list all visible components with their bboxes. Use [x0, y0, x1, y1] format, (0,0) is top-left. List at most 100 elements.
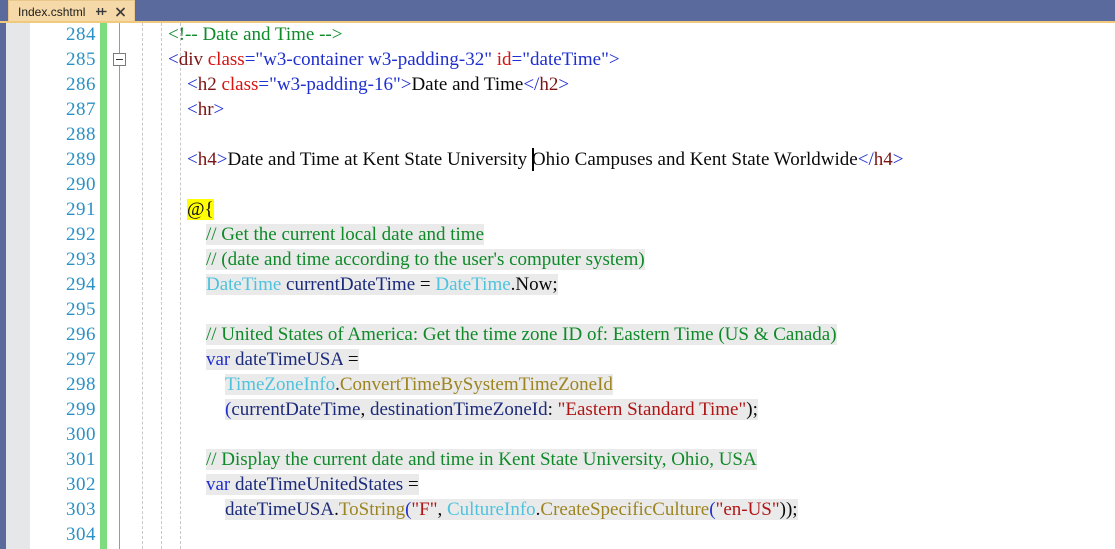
code-token: @{ — [187, 199, 214, 220]
code-line[interactable]: 300 — [0, 422, 1115, 447]
code-editor-window: Index.cshtml 284 <!-- Date and Time --> … — [0, 0, 1115, 549]
line-number: 294 — [66, 274, 96, 295]
line-number: 296 — [66, 324, 96, 345]
code-text[interactable]: // (date and time according to the user'… — [206, 247, 645, 272]
line-number: 295 — [66, 299, 96, 320]
code-line[interactable]: 292 // Get the current local date and tim… — [0, 222, 1115, 247]
code-token: ConvertTimeBySystemTimeZoneId — [339, 374, 613, 395]
code-token: // Display the current date and time in … — [206, 449, 757, 470]
pin-icon[interactable] — [94, 5, 107, 19]
text-caret — [531, 148, 534, 171]
line-number: 300 — [66, 424, 96, 445]
code-token: class — [221, 74, 259, 95]
code-token: dateTimeUSA — [225, 499, 335, 520]
line-number: 284 — [66, 24, 96, 45]
code-text[interactable]: // Get the current local date and time — [206, 222, 485, 247]
code-token: > — [216, 149, 228, 170]
code-token: var — [206, 474, 231, 495]
code-line[interactable]: 298 TimeZoneInfo.ConvertTimeBySystemTimeZ… — [0, 372, 1115, 397]
line-number: 285 — [66, 49, 96, 70]
code-text[interactable]: // Display the current date and time in … — [206, 447, 757, 472]
code-line[interactable]: 288 — [0, 122, 1115, 147]
code-line[interactable]: 286 <h2 class="w3-padding-16">Date and Ti… — [0, 72, 1115, 97]
code-line[interactable]: 289 <h4>Date and Time at Kent State Unive… — [0, 147, 1115, 172]
code-text[interactable]: var dateTimeUSA = — [206, 347, 359, 372]
collapse-toggle-icon[interactable] — [113, 53, 126, 66]
code-line[interactable]: 303 dateTimeUSA.ToString("F", CultureInfo… — [0, 497, 1115, 522]
code-token: = — [343, 349, 359, 370]
line-number: 297 — [66, 349, 96, 370]
code-token: = — [258, 74, 270, 95]
code-token: CreateSpecificCulture — [540, 499, 710, 520]
code-token: Date and Time at Kent State University O… — [227, 149, 858, 170]
code-token: // Get the current local date and time — [206, 224, 485, 245]
code-text[interactable]: @{ — [187, 197, 214, 222]
code-token: currentDateTime — [231, 399, 361, 420]
code-token: h2 — [539, 74, 559, 95]
code-line[interactable]: 291 @{ — [0, 197, 1115, 222]
code-token: DateTime — [435, 274, 511, 295]
tab-strip: Index.cshtml — [0, 0, 1115, 22]
code-token: < — [187, 99, 198, 120]
code-text[interactable]: // United States of America: Get the tim… — [206, 322, 837, 347]
code-line[interactable]: 299 (currentDateTime, destinationTimeZone… — [0, 397, 1115, 422]
code-text[interactable]: <h2 class="w3-padding-16">Date and Time<… — [187, 72, 569, 97]
code-line[interactable]: 296 // United States of America: Get the … — [0, 322, 1115, 347]
line-number: 298 — [66, 374, 96, 395]
code-line[interactable]: 290 — [0, 172, 1115, 197]
editor-surface[interactable]: 284 <!-- Date and Time --> 285 <div class="… — [0, 23, 1115, 549]
code-token: > — [400, 74, 412, 95]
code-line[interactable]: 297 var dateTimeUSA = — [0, 347, 1115, 372]
code-token: )); — [779, 499, 798, 520]
code-token: CultureInfo — [447, 499, 536, 520]
code-token: = — [511, 49, 523, 70]
code-token: </ — [523, 74, 540, 95]
code-token: <!-- Date and Time --> — [168, 24, 343, 45]
code-token: = — [403, 474, 419, 495]
code-token: < — [187, 74, 198, 95]
code-token: "en-US" — [715, 499, 780, 520]
code-line[interactable]: 304 — [0, 522, 1115, 547]
code-token: div — [178, 49, 203, 70]
code-text[interactable]: DateTime currentDateTime = DateTime.Now; — [206, 272, 558, 297]
line-number: 292 — [66, 224, 96, 245]
line-number: 302 — [66, 474, 96, 495]
code-token: ); — [746, 399, 758, 420]
code-line[interactable]: 295 — [0, 297, 1115, 322]
code-line[interactable]: 284 <!-- Date and Time --> — [0, 23, 1115, 47]
code-line[interactable]: 294 DateTime currentDateTime = DateTime.N… — [0, 272, 1115, 297]
code-text[interactable]: <h4>Date and Time at Kent State Universi… — [187, 147, 903, 172]
code-token: var — [206, 349, 231, 370]
code-line[interactable]: 287 <hr> — [0, 97, 1115, 122]
code-text[interactable]: <hr> — [187, 97, 224, 122]
code-text[interactable]: TimeZoneInfo.ConvertTimeBySystemTimeZone… — [225, 372, 613, 397]
code-token: > — [558, 74, 570, 95]
tab-index-cshtml[interactable]: Index.cshtml — [8, 0, 136, 22]
code-text[interactable]: dateTimeUSA.ToString("F", CultureInfo.Cr… — [225, 497, 798, 522]
line-number: 288 — [66, 124, 96, 145]
code-line[interactable]: 301 // Display the current date and time … — [0, 447, 1115, 472]
code-text[interactable]: var dateTimeUnitedStates = — [206, 472, 419, 497]
code-text[interactable]: <div class="w3-container w3-padding-32" … — [168, 47, 620, 72]
code-token: < — [187, 149, 198, 170]
code-token: id — [496, 49, 512, 70]
line-number: 301 — [66, 449, 96, 470]
code-token: "w3-container w3-padding-32" — [255, 49, 492, 70]
code-text[interactable]: (currentDateTime, destinationTimeZoneId:… — [225, 397, 758, 422]
code-token: dateTimeUnitedStates — [235, 474, 404, 495]
code-line[interactable]: 302 var dateTimeUnitedStates = — [0, 472, 1115, 497]
code-text[interactable]: <!-- Date and Time --> — [168, 23, 342, 47]
code-line[interactable]: 293 // (date and time according to the us… — [0, 247, 1115, 272]
code-token: "w3-padding-16" — [269, 74, 401, 95]
code-line[interactable]: 285 <div class="w3-container w3-padding-3… — [0, 47, 1115, 72]
code-token: // (date and time according to the user'… — [206, 249, 645, 270]
code-token: > — [608, 49, 620, 70]
tab-label: Index.cshtml — [18, 4, 86, 19]
code-token: h2 — [197, 74, 217, 95]
code-token: > — [213, 99, 225, 120]
close-icon[interactable] — [114, 5, 127, 19]
code-token: > — [892, 149, 904, 170]
code-token: , — [360, 399, 370, 420]
line-number: 293 — [66, 249, 96, 270]
line-number: 287 — [66, 99, 96, 120]
